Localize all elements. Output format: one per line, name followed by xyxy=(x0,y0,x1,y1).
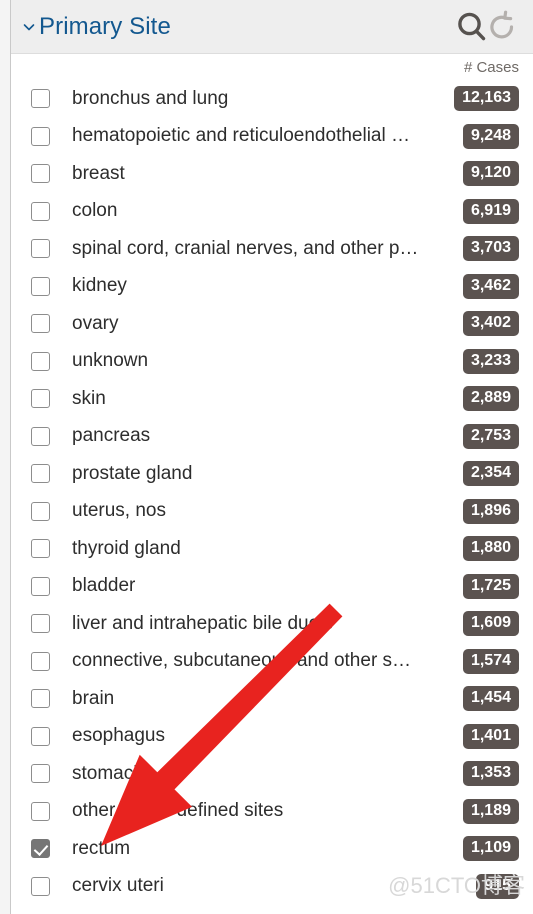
count-badge: 1,189 xyxy=(462,798,519,824)
facet-label: prostate gland xyxy=(72,462,193,484)
reset-icon[interactable] xyxy=(485,10,519,44)
primary-site-facet-panel: Primary Site # Cases bronchus and lung 1… xyxy=(10,0,533,914)
facet-row[interactable]: ovary 3,402 xyxy=(11,305,533,343)
facet-checkbox[interactable] xyxy=(31,314,50,334)
facet-row[interactable]: liver and intrahepatic bile ducts 1,609 xyxy=(11,605,533,643)
facet-value-list: bronchus and lung 12,163 hematopoietic and… xyxy=(11,80,533,905)
count-badge: 2,889 xyxy=(462,386,519,412)
facet-checkbox[interactable] xyxy=(31,876,50,896)
facet-checkbox[interactable] xyxy=(31,576,50,596)
facet-checkbox[interactable] xyxy=(31,126,50,146)
facet-label: connective, subcutaneous and other s… xyxy=(72,650,412,672)
count-badge: 2,354 xyxy=(462,461,519,487)
cases-column-header: # Cases xyxy=(463,58,519,76)
facet-checkbox[interactable] xyxy=(31,389,50,409)
facet-row[interactable]: kidney 3,462 xyxy=(11,268,533,306)
facet-row[interactable]: pancreas 2,753 xyxy=(11,418,533,456)
count-badge: 1,109 xyxy=(462,836,519,862)
facet-row[interactable]: esophagus 1,401 xyxy=(11,718,533,756)
facet-row[interactable]: connective, subcutaneous and other s… 1,5… xyxy=(11,643,533,681)
count-badge: 9,120 xyxy=(462,161,519,187)
page-title: Primary Site xyxy=(39,12,171,40)
column-header-row: # Cases xyxy=(11,54,533,80)
count-badge: 1,401 xyxy=(462,723,519,749)
facet-label: thyroid gland xyxy=(72,537,181,559)
facet-row[interactable]: bladder 1,725 xyxy=(11,568,533,606)
facet-checkbox[interactable] xyxy=(31,164,50,184)
facet-checkbox[interactable] xyxy=(31,276,50,296)
facet-label: breast xyxy=(72,162,125,184)
facet-label: stomach xyxy=(72,762,144,784)
count-badge: 6,919 xyxy=(462,198,519,224)
facet-row[interactable]: other and ill-defined sites 1,189 xyxy=(11,793,533,831)
facet-label: spinal cord, cranial nerves, and other p… xyxy=(72,237,419,259)
facet-label: skin xyxy=(72,387,106,409)
facet-checkbox[interactable] xyxy=(31,89,50,109)
facet-label: liver and intrahepatic bile ducts xyxy=(72,612,333,634)
count-badge: 3,462 xyxy=(462,273,519,299)
count-badge: 1,574 xyxy=(462,648,519,674)
facet-checkbox[interactable] xyxy=(31,426,50,446)
chevron-down-icon[interactable] xyxy=(21,19,37,35)
facet-label: uterus, nos xyxy=(72,500,166,522)
count-badge: 1,880 xyxy=(462,536,519,562)
facet-checkbox[interactable] xyxy=(31,539,50,559)
facet-label: ovary xyxy=(72,312,119,334)
facet-row[interactable]: rectum 1,109 xyxy=(11,830,533,868)
count-badge: 9,248 xyxy=(462,123,519,149)
count-badge: 2,753 xyxy=(462,423,519,449)
facet-checkbox[interactable] xyxy=(31,501,50,521)
facet-row[interactable]: stomach 1,353 xyxy=(11,755,533,793)
facet-header: Primary Site xyxy=(11,0,533,54)
facet-label: cervix uteri xyxy=(72,875,164,897)
facet-checkbox[interactable] xyxy=(31,239,50,259)
facet-checkbox[interactable] xyxy=(31,201,50,221)
count-badge: 3,233 xyxy=(462,348,519,374)
facet-label: rectum xyxy=(72,837,131,859)
facet-label: pancreas xyxy=(72,425,151,447)
count-badge: 1,609 xyxy=(462,611,519,637)
count-badge: 1,725 xyxy=(462,573,519,599)
facet-row[interactable]: prostate gland 2,354 xyxy=(11,455,533,493)
facet-label: kidney xyxy=(72,275,127,297)
facet-checkbox[interactable] xyxy=(31,689,50,709)
facet-label: bronchus and lung xyxy=(72,87,229,109)
facet-checkbox[interactable] xyxy=(31,839,50,859)
facet-label: colon xyxy=(72,200,118,222)
facet-row[interactable]: colon 6,919 xyxy=(11,193,533,231)
count-badge: 3,402 xyxy=(462,311,519,337)
facet-label: bladder xyxy=(72,575,136,597)
facet-checkbox[interactable] xyxy=(31,726,50,746)
facet-label: hematopoietic and reticuloendothelial … xyxy=(72,125,410,147)
facet-row[interactable]: uterus, nos 1,896 xyxy=(11,493,533,531)
facet-header-actions xyxy=(453,8,519,46)
facet-checkbox[interactable] xyxy=(31,801,50,821)
facet-row[interactable]: spinal cord, cranial nerves, and other p… xyxy=(11,230,533,268)
facet-label: esophagus xyxy=(72,725,165,747)
facet-checkbox[interactable] xyxy=(31,464,50,484)
facet-row[interactable]: brain 1,454 xyxy=(11,680,533,718)
facet-checkbox[interactable] xyxy=(31,351,50,371)
facet-collapse-toggle[interactable]: Primary Site xyxy=(21,13,453,41)
facet-row[interactable]: breast 9,120 xyxy=(11,155,533,193)
count-badge: 12,163 xyxy=(454,86,519,112)
count-badge: 1,454 xyxy=(462,686,519,712)
facet-label: brain xyxy=(72,687,115,709)
facet-row[interactable]: bronchus and lung 12,163 xyxy=(11,80,533,118)
facet-row[interactable]: thyroid gland 1,880 xyxy=(11,530,533,568)
count-badge: 1,353 xyxy=(462,761,519,787)
count-badge: 1,896 xyxy=(462,498,519,524)
facet-checkbox[interactable] xyxy=(31,614,50,634)
count-badge: 915 xyxy=(476,873,519,899)
count-badge: 3,703 xyxy=(462,236,519,262)
facet-label: unknown xyxy=(72,350,149,372)
facet-row[interactable]: cervix uteri 915 xyxy=(11,868,533,906)
facet-checkbox[interactable] xyxy=(31,651,50,671)
facet-row[interactable]: unknown 3,233 xyxy=(11,343,533,381)
facet-row[interactable]: skin 2,889 xyxy=(11,380,533,418)
facet-label: other and ill-defined sites xyxy=(72,800,284,822)
facet-panel-screen: Primary Site # Cases bronchus and lung 1… xyxy=(0,0,533,914)
facet-checkbox[interactable] xyxy=(31,764,50,784)
facet-row[interactable]: hematopoietic and reticuloendothelial … 9… xyxy=(11,118,533,156)
